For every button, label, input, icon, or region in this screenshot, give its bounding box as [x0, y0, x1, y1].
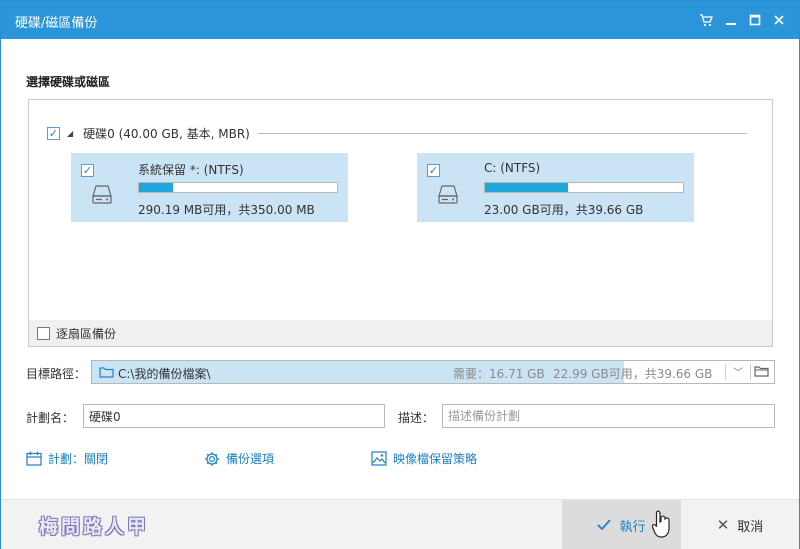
window-title: 硬碟/磁區備份 — [15, 16, 98, 31]
plan-name-label: 計劃名： — [26, 411, 75, 425]
disk-checkbox[interactable]: ✓ — [47, 126, 60, 140]
partition-checkbox[interactable]: ✓ — [427, 164, 440, 177]
partition-name: C: (NTFS) — [484, 161, 541, 175]
hard-drive-icon — [438, 185, 458, 204]
partition-system-reserved[interactable]: ✓ 系統保留 *: (NTFS) 290.19 MB可用，共350.00 MB — [71, 153, 348, 222]
required-space: 需要：16.71 GB — [453, 367, 545, 381]
partition-usage: 23.00 GB可用，共39.66 GB — [484, 203, 644, 217]
calendar-icon — [26, 451, 42, 466]
usage-bar — [138, 182, 338, 193]
disk-label: 硬碟0 (40.00 GB, 基本, MBR) — [83, 126, 250, 141]
gear-icon — [205, 451, 219, 466]
partition-checkbox[interactable]: ✓ — [81, 164, 94, 177]
cancel-label: 取消 — [737, 519, 764, 535]
sector-backup-checkbox[interactable] — [37, 326, 50, 340]
target-path-field[interactable]: C:\我的備份檔案\ 需要：16.71 GB 22.99 GB可用，共39.66… — [91, 360, 775, 384]
backup-options-link[interactable]: 備份選項 — [204, 450, 274, 467]
collapse-triangle-icon[interactable]: ◢ — [67, 129, 73, 138]
section-title: 選擇硬碟或磁區 — [26, 75, 111, 89]
hard-drive-icon — [92, 185, 112, 204]
browse-folder-icon[interactable] — [754, 365, 769, 377]
target-path-value: C:\我的備份檔案\ — [118, 367, 211, 381]
backup-options-label: 備份選項 — [226, 452, 275, 466]
title-bar: 硬碟/磁區備份 — [1, 1, 799, 39]
close-x-icon: ✕ — [716, 516, 730, 534]
checkmark-icon — [597, 519, 612, 531]
backup-dialog: 硬碟/磁區備份 選擇硬碟或磁區 ✓ ◢ 硬碟0 (40.00 GB, 基本, M… — [0, 0, 800, 549]
usage-bar — [484, 182, 684, 193]
sector-backup-row: 逐扇區備份 — [29, 320, 772, 346]
free-space: 22.99 GB可用，共39.66 GB — [553, 367, 713, 381]
disk-selection-panel: ✓ ◢ 硬碟0 (40.00 GB, 基本, MBR) ✓ 系統保留 *: (N… — [28, 99, 773, 347]
execute-label: 執行 — [619, 519, 646, 535]
partition-usage: 290.19 MB可用，共350.00 MB — [138, 203, 315, 217]
image-retention-link[interactable]: 映像檔保留策略 — [371, 450, 477, 467]
minimize-icon[interactable] — [721, 10, 741, 30]
partition-name: 系統保留 *: (NTFS) — [138, 163, 244, 177]
disk-header: ✓ ◢ 硬碟0 (40.00 GB, 基本, MBR) — [47, 125, 747, 141]
hand-cursor-icon — [652, 510, 670, 538]
description-input[interactable] — [442, 404, 775, 428]
divider — [750, 364, 751, 380]
sector-backup-label: 逐扇區備份 — [56, 326, 117, 341]
description-label: 描述： — [398, 411, 435, 425]
schedule-link[interactable]: 計劃：關閉 — [26, 450, 108, 467]
close-icon[interactable] — [769, 10, 789, 30]
image-icon — [371, 451, 387, 466]
watermark: 梅問路人甲 — [39, 516, 150, 538]
folder-icon — [99, 367, 114, 378]
target-path-label: 目標路徑： — [26, 367, 87, 381]
partition-c[interactable]: ✓ C: (NTFS) 23.00 GB可用，共39.66 GB — [417, 153, 694, 222]
footer: 梅問路人甲 執行 ✕ 取消 — [1, 499, 799, 549]
divider — [725, 364, 726, 380]
divider — [257, 133, 747, 134]
maximize-icon[interactable] — [745, 10, 765, 30]
cancel-button[interactable]: ✕ 取消 — [681, 500, 799, 549]
cart-icon[interactable] — [696, 10, 716, 30]
chevron-down-icon[interactable]: ﹀ — [729, 364, 747, 379]
schedule-label: 計劃：關閉 — [48, 452, 109, 466]
image-retention-label: 映像檔保留策略 — [393, 452, 478, 466]
plan-name-input[interactable] — [83, 404, 385, 428]
